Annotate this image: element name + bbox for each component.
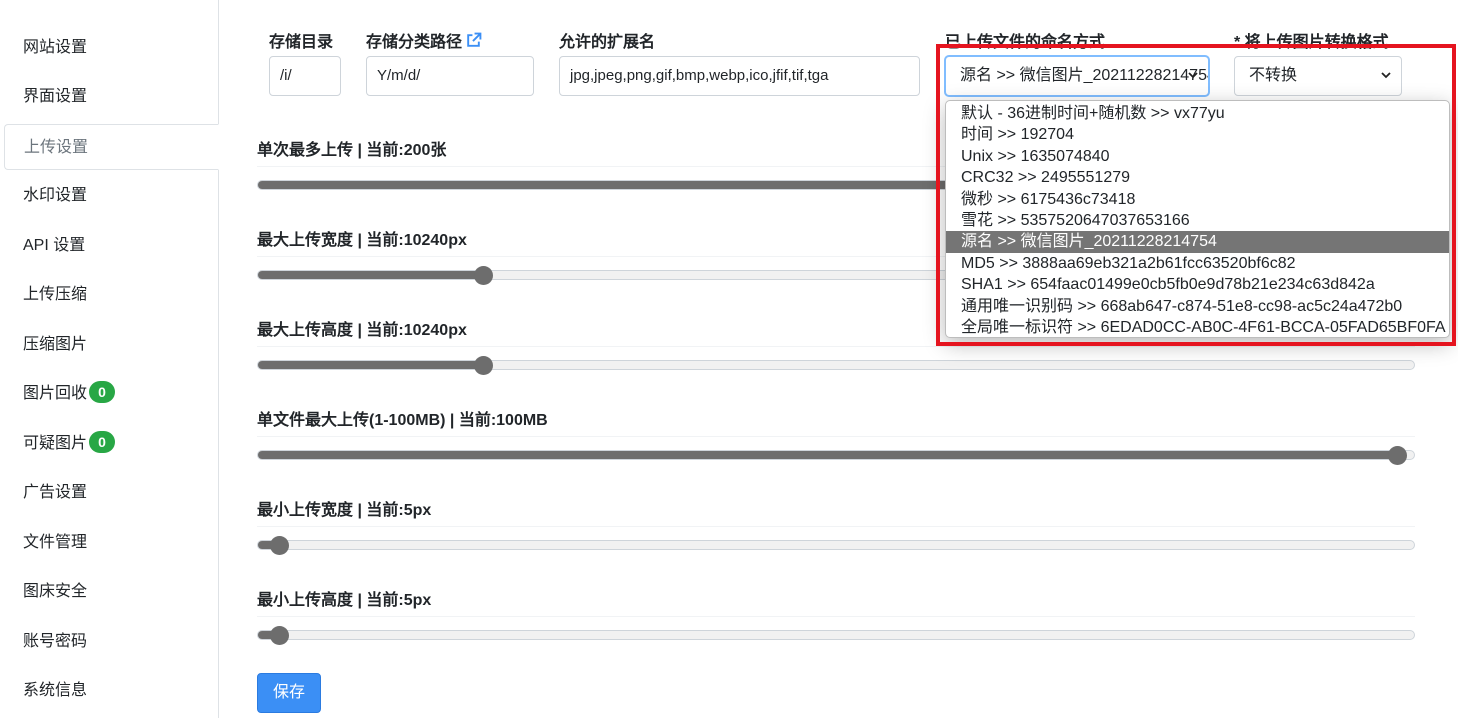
min-width-slider[interactable] bbox=[257, 536, 1415, 555]
settings-sidebar: 网站设置 界面设置 上传设置 水印设置 API 设置 上传压缩 压缩图片 图片回… bbox=[0, 0, 219, 718]
dropdown-option[interactable]: 通用唯一识别码 >> 668ab647-c874-51e8-cc98-ac5c2… bbox=[946, 296, 1449, 317]
count-badge: 0 bbox=[89, 431, 116, 453]
naming-dropdown-list: 默认 - 36进制时间+随机数 >> vx77yu 时间 >> 192704 U… bbox=[945, 100, 1450, 338]
min-width-label: 最小上传宽度 | 当前:5px bbox=[257, 502, 432, 519]
sidebar-item-label: 压缩图片 bbox=[23, 336, 88, 353]
dropdown-option[interactable]: 微秒 >> 6175436c73418 bbox=[946, 189, 1449, 210]
storage-path-label: 存储分类路径 bbox=[366, 34, 463, 51]
dropdown-option[interactable]: 时间 >> 192704 bbox=[946, 124, 1449, 145]
sidebar-item-upload[interactable]: 上传设置 bbox=[4, 124, 219, 170]
external-link-icon[interactable] bbox=[465, 32, 482, 49]
sidebar-item-system[interactable]: 系统信息 bbox=[0, 668, 219, 714]
sidebar-item-api[interactable]: API 设置 bbox=[0, 223, 219, 269]
dropdown-option[interactable]: SHA1 >> 654faac01499e0cb5fb0e9d78b21e234… bbox=[946, 274, 1449, 295]
sidebar-item-suspicious[interactable]: 可疑图片 0 bbox=[0, 421, 219, 467]
sidebar-item-label: 水印设置 bbox=[23, 187, 88, 204]
convert-select-value: 不转换 bbox=[1249, 67, 1298, 84]
max-height-label: 最大上传高度 | 当前:10240px bbox=[257, 322, 467, 339]
sidebar-item-upload-compress[interactable]: 上传压缩 bbox=[0, 272, 219, 318]
chevron-down-icon bbox=[1188, 72, 1198, 79]
slider-thumb[interactable] bbox=[269, 626, 289, 645]
dropdown-option-selected[interactable]: 源名 >> 微信图片_20211228214754 bbox=[946, 231, 1449, 253]
max-files-label: 单次最多上传 | 当前:200张 bbox=[257, 142, 447, 159]
extensions-input[interactable]: jpg,jpeg,png,gif,bmp,webp,ico,jfif,tif,t… bbox=[559, 56, 920, 96]
sidebar-item-label: 广告设置 bbox=[23, 484, 88, 501]
sidebar-item-label: 图片回收 bbox=[23, 385, 88, 402]
extensions-label: 允许的扩展名 bbox=[559, 34, 656, 51]
slider-thumb[interactable] bbox=[474, 356, 494, 375]
sidebar-item-account[interactable]: 账号密码 bbox=[0, 619, 219, 665]
sidebar-item-label: 系统信息 bbox=[23, 682, 88, 699]
max-filesize-label: 单文件最大上传(1-100MB) | 当前:100MB bbox=[257, 412, 548, 429]
slider-thumb[interactable] bbox=[474, 266, 494, 285]
convert-select[interactable]: 不转换 bbox=[1234, 56, 1402, 96]
dropdown-option[interactable]: 全局唯一标识符 >> 6EDAD0CC-AB0C-4F61-BCCA-05FAD… bbox=[946, 317, 1449, 337]
slider-thumb[interactable] bbox=[269, 536, 289, 555]
dropdown-option[interactable]: 雪花 >> 5357520647037653166 bbox=[946, 210, 1449, 231]
max-width-label: 最大上传宽度 | 当前:10240px bbox=[257, 232, 467, 249]
sidebar-item-label: 文件管理 bbox=[23, 534, 88, 551]
sidebar-item-label: 可疑图片 bbox=[23, 435, 88, 452]
sidebar-item-interface[interactable]: 界面设置 bbox=[0, 74, 219, 120]
sidebar-item-label: 上传设置 bbox=[24, 139, 89, 156]
storage-dir-label: 存储目录 bbox=[269, 34, 334, 51]
max-height-slider[interactable] bbox=[257, 356, 1415, 375]
storage-path-input[interactable]: Y/m/d/ bbox=[366, 56, 534, 96]
sidebar-item-label: 界面设置 bbox=[23, 88, 88, 105]
sidebar-item-label: 上传压缩 bbox=[23, 286, 88, 303]
sidebar-item-label: 账号密码 bbox=[23, 633, 88, 650]
sidebar-item-security[interactable]: 图床安全 bbox=[0, 569, 219, 615]
sidebar-item-recycle[interactable]: 图片回收 0 bbox=[0, 371, 219, 417]
sidebar-item-label: 网站设置 bbox=[23, 39, 88, 56]
dropdown-option[interactable]: Unix >> 1635074840 bbox=[946, 146, 1449, 167]
naming-select-value: 源名 >> 微信图片_20211228214754 bbox=[960, 67, 1209, 84]
sidebar-item-compress-images[interactable]: 压缩图片 bbox=[0, 322, 219, 368]
storage-dir-input[interactable]: /i/ bbox=[269, 56, 341, 96]
save-button[interactable]: 保存 bbox=[257, 673, 321, 713]
sidebar-item-ads[interactable]: 广告设置 bbox=[0, 470, 219, 516]
count-badge: 0 bbox=[89, 381, 116, 403]
sidebar-item-website[interactable]: 网站设置 bbox=[0, 25, 219, 71]
sidebar-item-files[interactable]: 文件管理 bbox=[0, 520, 219, 566]
convert-label: * 将上传图片转换格式 bbox=[1234, 34, 1389, 51]
sidebar-item-label: 图床安全 bbox=[23, 583, 88, 600]
dropdown-option[interactable]: CRC32 >> 2495551279 bbox=[946, 167, 1449, 188]
max-filesize-slider[interactable] bbox=[257, 446, 1415, 465]
sidebar-item-watermark[interactable]: 水印设置 bbox=[0, 173, 219, 219]
naming-select[interactable]: 源名 >> 微信图片_20211228214754 bbox=[945, 56, 1209, 96]
slider-thumb[interactable] bbox=[1387, 446, 1407, 465]
dropdown-option[interactable]: MD5 >> 3888aa69eb321a2b61fcc63520bf6c82 bbox=[946, 253, 1449, 274]
chevron-down-icon bbox=[1381, 72, 1391, 79]
sidebar-item-label: API 设置 bbox=[23, 237, 86, 254]
storage-path-label-wrap: 存储分类路径 bbox=[366, 28, 482, 52]
dropdown-option[interactable]: 默认 - 36进制时间+随机数 >> vx77yu bbox=[946, 103, 1449, 124]
naming-label: 已上传文件的命名方式 bbox=[945, 34, 1106, 51]
min-height-slider[interactable] bbox=[257, 626, 1415, 645]
min-height-label: 最小上传高度 | 当前:5px bbox=[257, 592, 432, 609]
